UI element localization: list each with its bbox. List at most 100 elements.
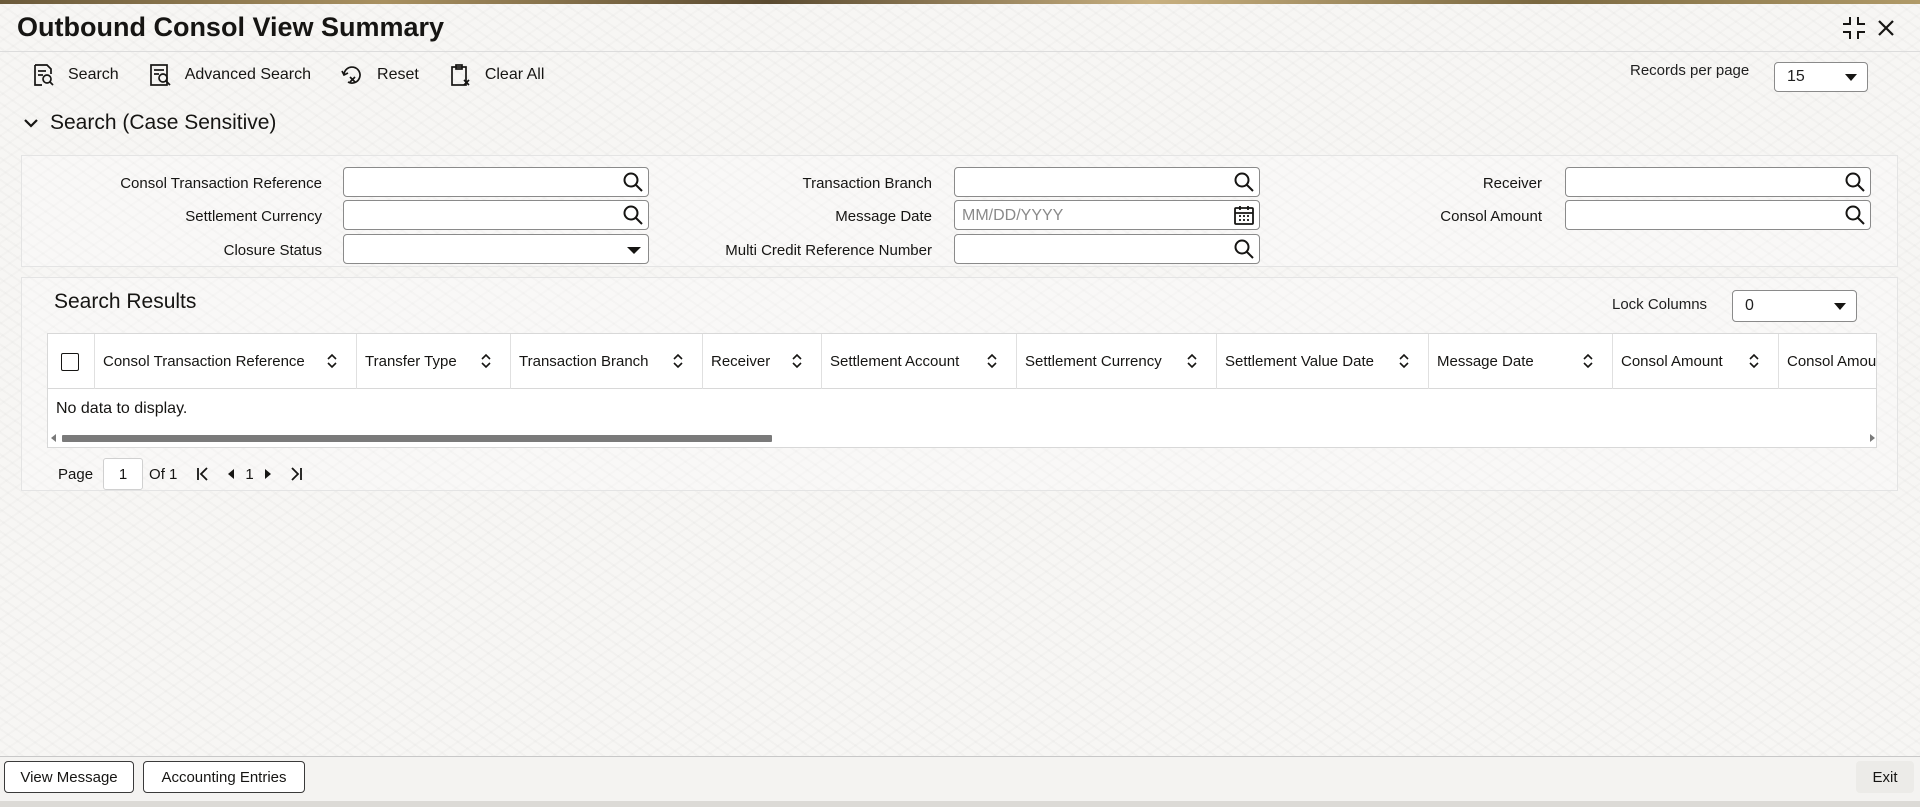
column-header[interactable]: Settlement Currency [1017,334,1217,389]
view-message-label: View Message [20,768,118,786]
column-header[interactable]: Transaction Branch [511,334,703,389]
next-page-icon[interactable] [259,465,277,483]
sort-icon[interactable] [326,353,338,369]
empty-state-text: No data to display. [56,400,188,417]
advanced-search-icon [149,64,171,86]
pagination: Page 1 Of 1 1 [58,458,310,490]
records-per-page-select[interactable]: 15 [1774,62,1868,92]
column-header[interactable]: Consol Transaction Reference [95,334,357,389]
sort-icon[interactable] [791,353,803,369]
column-header[interactable]: Consol Amount [1613,334,1779,389]
accounting-entries-label: Accounting Entries [161,768,287,786]
accounting-entries-button[interactable]: Accounting Entries [143,761,305,793]
results-table: Consol Transaction Reference Transfer Ty… [47,333,1877,448]
search-button-label: Search [68,66,119,83]
scrollbar-thumb[interactable] [62,435,772,442]
search-section-title: Search (Case Sensitive) [50,111,277,134]
column-header-label: Transaction Branch [519,353,649,370]
advanced-search-button[interactable]: Advanced Search [147,62,311,88]
sort-icon[interactable] [1748,353,1760,369]
column-header-label: Settlement Value Date [1225,353,1374,370]
search-button[interactable]: Search [30,62,119,88]
column-header[interactable]: Message Date [1429,334,1613,389]
sort-icon[interactable] [986,353,998,369]
column-header-label: Settlement Account [830,353,960,370]
close-icon[interactable] [1872,14,1900,42]
view-message-button[interactable]: View Message [4,761,134,793]
reset-icon [341,66,361,84]
reset-button-label: Reset [377,66,419,83]
receiver-input[interactable] [1565,167,1871,197]
first-page-icon[interactable] [194,465,212,483]
closure-status-label: Closure Status [223,242,322,259]
chevron-down-icon [24,119,38,128]
column-header-label: Message Date [1437,353,1534,370]
chevron-down-icon [1834,303,1846,310]
search-icon[interactable] [1844,171,1866,193]
search-doc-icon [34,64,54,86]
scroll-right-icon[interactable] [1870,434,1875,442]
clear-all-button-label: Clear All [484,66,545,83]
sort-icon[interactable] [672,353,684,369]
column-header[interactable]: Receiver [703,334,822,389]
restore-icon[interactable] [1840,14,1868,42]
column-header[interactable]: Transfer Type [357,334,511,389]
sort-icon[interactable] [1582,353,1594,369]
page-number-input[interactable]: 1 [103,458,144,490]
toolbar: Search Advanced Search Reset Clear All [30,60,572,90]
column-header[interactable]: Settlement Value Date [1217,334,1429,389]
last-page-icon[interactable] [287,465,305,483]
transaction-branch-label: Transaction Branch [802,175,932,192]
chevron-down-icon [1845,74,1857,81]
search-icon[interactable] [1844,204,1866,226]
sort-icon[interactable] [1398,353,1410,369]
footer-bar: View Message Accounting Entries Exit [0,756,1920,807]
closure-status-select[interactable] [343,234,649,264]
column-header-label: Settlement Currency [1025,353,1162,370]
column-header-label: Consol Amount [1621,353,1723,370]
footer-band [0,801,1920,807]
multi-credit-ref-label: Multi Credit Reference Number [725,242,932,259]
column-header[interactable]: Settlement Account [822,334,1017,389]
select-all-cell [48,334,95,389]
column-header-label: Consol Transaction Reference [103,353,305,370]
title-bar: Outbound Consol View Summary [0,4,1920,52]
transaction-branch-input[interactable] [954,167,1260,197]
message-date-placeholder: MM/DD/YYYY [962,207,1064,224]
records-per-page-value: 15 [1787,68,1805,85]
table-header: Consol Transaction Reference Transfer Ty… [48,334,1877,389]
lock-columns-select[interactable]: 0 [1732,290,1857,322]
page-title: Outbound Consol View Summary [17,12,445,42]
message-date-input[interactable]: MM/DD/YYYY [954,200,1260,230]
sort-icon[interactable] [1186,353,1198,369]
multi-credit-ref-input[interactable] [954,234,1260,264]
records-per-page-label: Records per page [1630,62,1750,79]
search-results-panel: Search Results Lock Columns 0 Consol Tra… [21,277,1898,491]
lock-columns-value: 0 [1745,297,1754,314]
column-header[interactable]: Consol Amou [1779,334,1877,389]
settlement-currency-label: Settlement Currency [185,208,322,225]
column-header-label: Receiver [711,353,771,370]
exit-button[interactable]: Exit [1856,761,1914,793]
receiver-label: Receiver [1482,175,1542,192]
consol-amount-label: Consol Amount [1440,208,1542,225]
horizontal-scrollbar[interactable] [48,431,1876,445]
reset-button[interactable]: Reset [339,62,419,88]
select-all-checkbox[interactable] [61,352,79,371]
previous-page-icon[interactable] [222,465,240,483]
sort-icon[interactable] [480,353,492,369]
consol-ref-label: Consol Transaction Reference [120,175,322,192]
search-results-title: Search Results [54,290,197,313]
consol-amount-input[interactable] [1565,200,1871,230]
clear-all-button[interactable]: Clear All [447,62,545,88]
page-number-value: 1 [118,465,128,483]
column-header-label: Consol Amou [1787,353,1877,370]
clipboard-clear-icon [450,64,470,86]
page-of-label: Of 1 [149,465,178,483]
search-icon[interactable] [1233,238,1255,260]
settlement-currency-input[interactable] [343,200,649,230]
scroll-left-icon[interactable] [51,434,56,442]
search-section-toggle[interactable]: Search (Case Sensitive) [22,111,276,135]
consol-ref-input[interactable] [343,167,649,197]
lock-columns-label: Lock Columns [1612,296,1708,313]
